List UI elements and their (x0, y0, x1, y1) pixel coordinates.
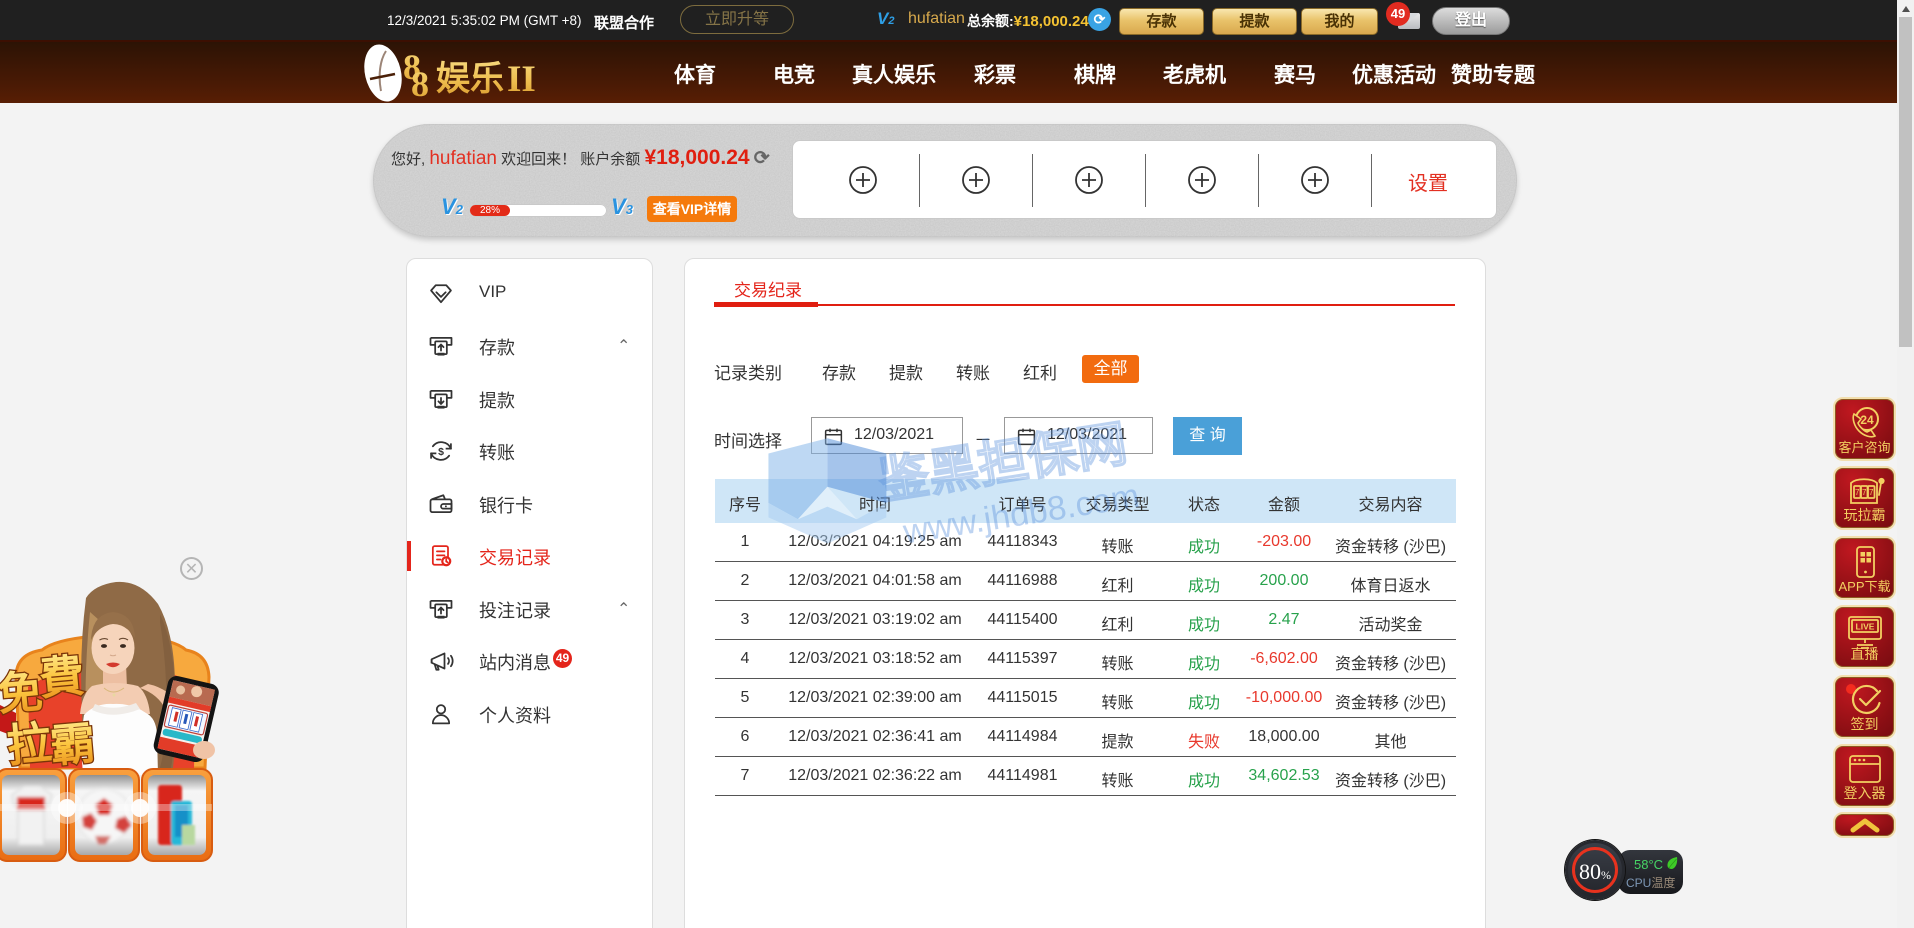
svg-text:LIVE: LIVE (1855, 622, 1874, 632)
svg-text:費: 費 (37, 650, 86, 705)
svg-text:24: 24 (1860, 413, 1874, 427)
svg-text:7: 7 (1868, 488, 1873, 497)
svg-text:霸: 霸 (48, 717, 97, 772)
svg-text:8: 8 (411, 64, 429, 104)
svg-text:$: $ (438, 446, 444, 458)
svg-text:娱乐: 娱乐 (436, 60, 504, 98)
svg-text:II: II (507, 59, 536, 100)
svg-text:7: 7 (1854, 488, 1859, 497)
svg-text:7: 7 (1861, 488, 1866, 497)
svg-text:拉: 拉 (5, 717, 54, 772)
